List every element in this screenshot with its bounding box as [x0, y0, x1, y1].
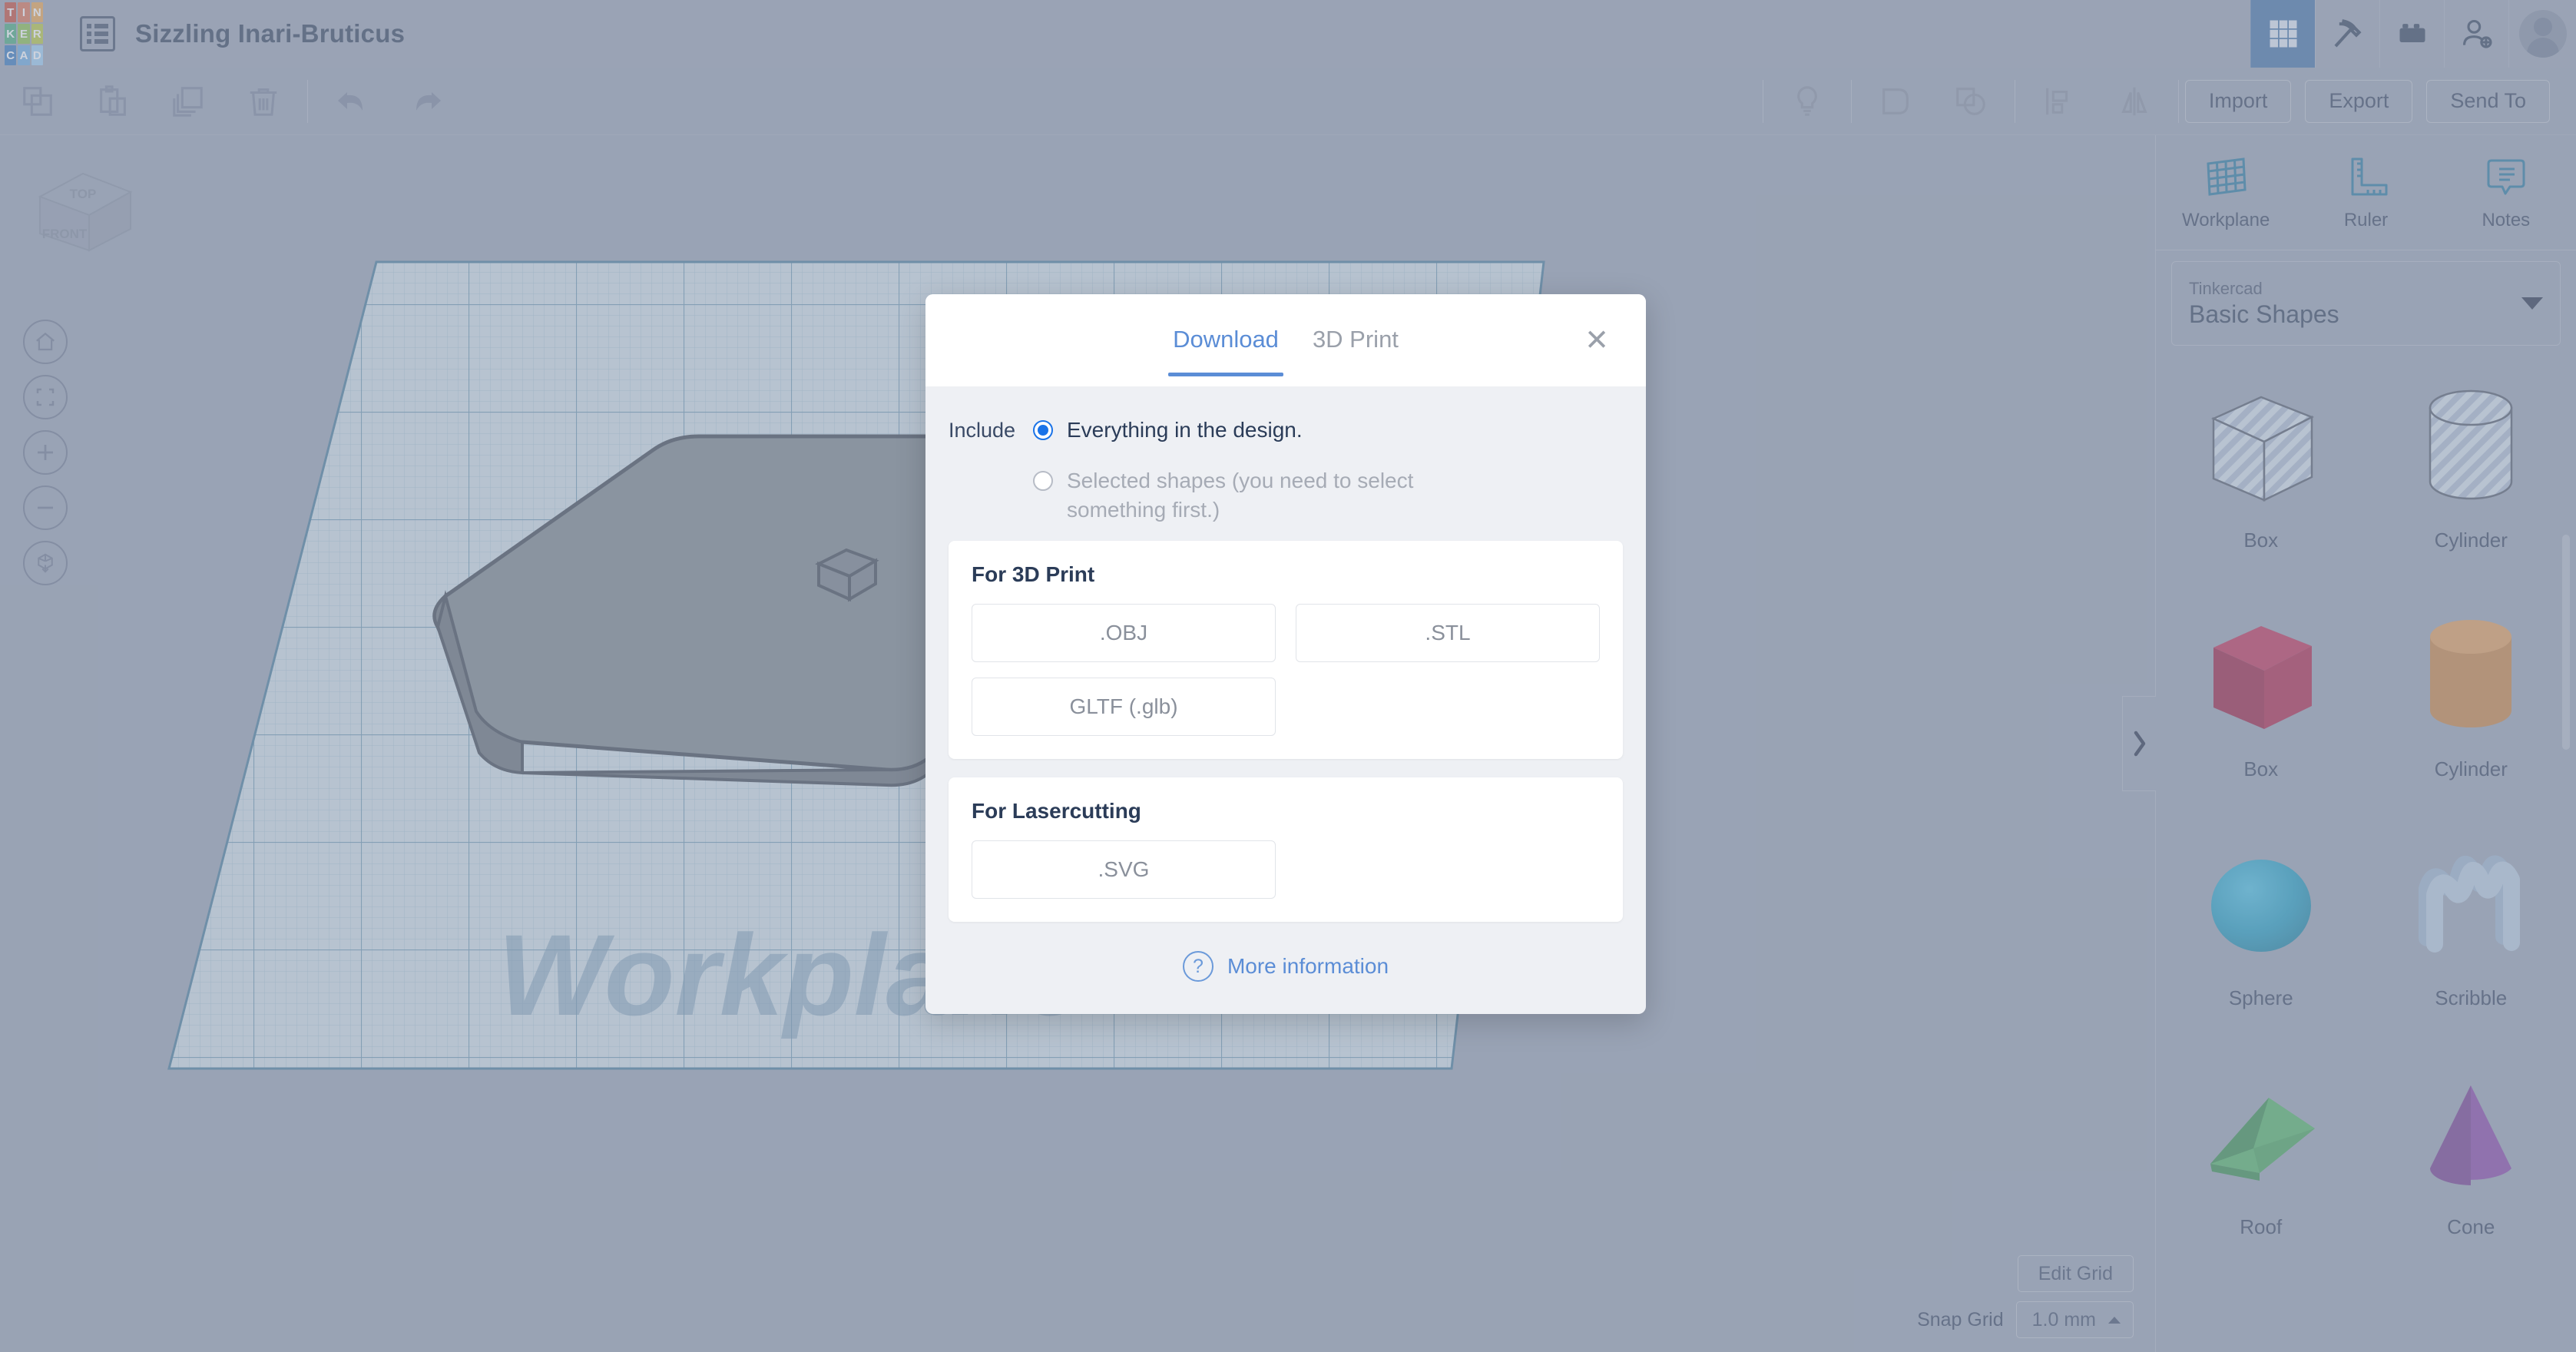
more-information-link[interactable]: More information — [1227, 954, 1389, 979]
format-gltf-button[interactable]: GLTF (.glb) — [972, 678, 1276, 737]
format-row: .SVG — [972, 840, 1600, 900]
format-row: .OBJ .STL — [972, 604, 1600, 663]
tinkercad-app: T I N K E R C A D Sizzling Inari-Bruticu… — [0, 0, 2576, 1352]
section-3d-print: For 3D Print .OBJ .STL GLTF (.glb) — [949, 541, 1623, 760]
format-spacer — [1296, 840, 1600, 899]
radio-label: Everything in the design. — [1067, 418, 1303, 442]
radio-selected-shapes: Selected shapes (you need to select some… — [1033, 466, 1623, 525]
modal-footer: ? More information — [949, 940, 1623, 988]
radio-dot-disabled — [1033, 470, 1053, 491]
tab-3d-print[interactable]: 3D Print — [1313, 326, 1399, 376]
include-label: Include — [949, 419, 1016, 442]
download-modal: Download 3D Print ✕ Include Everything i… — [925, 294, 1646, 1015]
section-lasercutting: For Lasercutting .SVG — [949, 777, 1623, 923]
section-title: For Lasercutting — [972, 799, 1141, 823]
close-icon[interactable]: ✕ — [1584, 323, 1609, 358]
format-row: GLTF (.glb) — [972, 678, 1600, 737]
format-obj-button[interactable]: .OBJ — [972, 604, 1276, 663]
format-spacer — [1296, 678, 1600, 736]
question-circle-icon: ? — [1182, 951, 1214, 983]
format-svg-button[interactable]: .SVG — [972, 840, 1276, 900]
modal-body: Include Everything in the design. Select… — [925, 386, 1646, 1014]
radio-everything[interactable]: Everything in the design. — [1033, 416, 1623, 445]
modal-header: Download 3D Print ✕ — [925, 294, 1646, 386]
tab-download[interactable]: Download — [1168, 326, 1283, 376]
section-title: For 3D Print — [972, 562, 1095, 587]
radio-label: Selected shapes (you need to select some… — [1067, 468, 1414, 522]
include-row: Include Everything in the design. Select… — [949, 416, 1623, 541]
radio-dot-selected — [1033, 420, 1053, 440]
format-stl-button[interactable]: .STL — [1296, 604, 1600, 663]
include-options: Everything in the design. Selected shape… — [1025, 416, 1623, 524]
